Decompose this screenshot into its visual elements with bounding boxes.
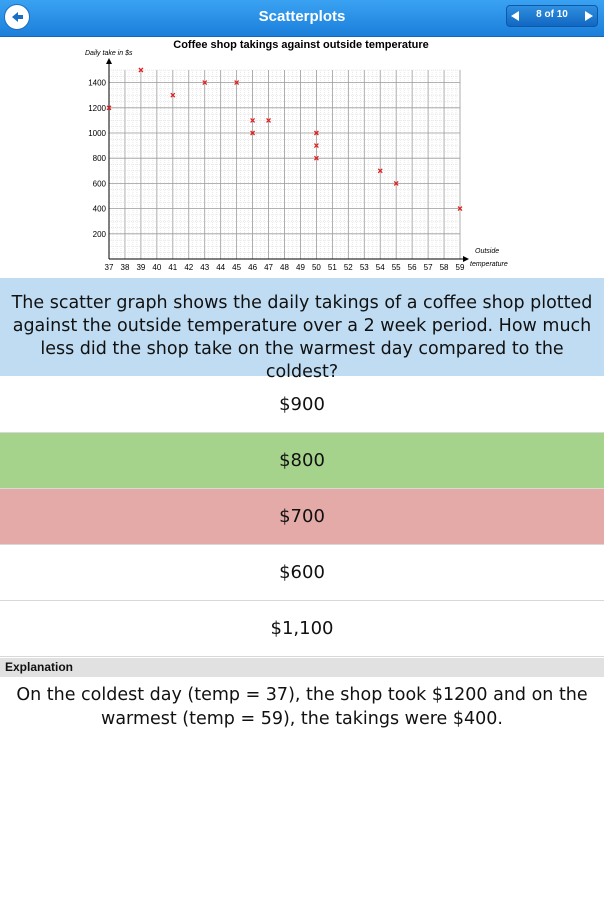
chart-grid (108, 69, 461, 260)
answer-option-1[interactable]: $900 (0, 377, 604, 433)
header-bar: Scatterplots 8 of 10 (0, 0, 604, 37)
x-tick-label: 46 (248, 263, 257, 272)
triangle-right-icon[interactable] (585, 11, 593, 21)
x-tick-label: 38 (121, 263, 130, 272)
x-tick-label: 49 (296, 263, 305, 272)
y-tick-label: 200 (93, 230, 107, 239)
y-tick-label: 400 (93, 205, 107, 214)
chart-axes (106, 58, 469, 262)
answer-label: $800 (279, 450, 325, 471)
x-tick-label: 37 (105, 263, 114, 272)
x-tick-label: 53 (360, 263, 369, 272)
x-tick-label: 54 (376, 263, 385, 272)
x-tick-labels: 37 38 39 40 41 42 43 44 45 46 47 48 49 50 51 52 53 54 55 56… (105, 263, 465, 272)
question-text: The scatter graph shows the daily taking… (0, 278, 604, 382)
x-axis-label-line1: Outside (475, 248, 499, 255)
answer-option-5[interactable]: $1,100 (0, 601, 604, 657)
y-tick-labels: 200 400 600 800 1000 1200 1400 (88, 79, 106, 239)
pager: 8 of 10 (506, 5, 598, 27)
y-tick-label: 1000 (88, 129, 106, 138)
answer-label: $600 (279, 562, 325, 583)
explanation-heading: Explanation (0, 658, 604, 677)
answer-label: $900 (279, 394, 325, 415)
page-counter: 8 of 10 (536, 9, 568, 20)
y-tick-label: 1400 (88, 79, 106, 88)
x-tick-label: 48 (280, 263, 289, 272)
x-tick-label: 59 (456, 263, 465, 272)
x-tick-label: 41 (168, 263, 177, 272)
x-axis-label-line2: temperature (470, 261, 508, 268)
x-tick-label: 42 (184, 263, 193, 272)
x-tick-label: 56 (408, 263, 417, 272)
x-tick-label: 40 (152, 263, 161, 272)
y-tick-label: 800 (93, 154, 107, 163)
answer-option-3[interactable]: $700 (0, 489, 604, 545)
x-tick-label: 57 (424, 263, 433, 272)
answer-label: $1,100 (270, 618, 334, 639)
chart-title: Coffee shop takings against outside temp… (173, 39, 429, 51)
x-tick-label: 50 (312, 263, 321, 272)
x-tick-label: 45 (232, 263, 241, 272)
x-tick-label: 39 (136, 263, 145, 272)
x-tick-label: 51 (328, 263, 337, 272)
answer-label: $700 (279, 506, 325, 527)
scatter-chart: Coffee shop takings against outside temp… (85, 39, 508, 272)
x-tick-label: 44 (216, 263, 225, 272)
x-tick-label: 55 (392, 263, 401, 272)
x-axis-arrow (463, 256, 469, 262)
y-tick-label: 600 (93, 179, 107, 188)
x-tick-label: 47 (264, 263, 273, 272)
explanation-text: On the coldest day (temp = 37), the shop… (16, 685, 588, 729)
y-axis-label: Daily take in $s (85, 50, 133, 57)
x-tick-label: 43 (200, 263, 209, 272)
x-tick-label: 58 (440, 263, 449, 272)
x-tick-label: 52 (344, 263, 353, 272)
answer-option-2[interactable]: $800 (0, 433, 604, 489)
answer-option-4[interactable]: $600 (0, 545, 604, 601)
y-tick-label: 1200 (88, 104, 106, 113)
y-axis-arrow (106, 58, 112, 64)
